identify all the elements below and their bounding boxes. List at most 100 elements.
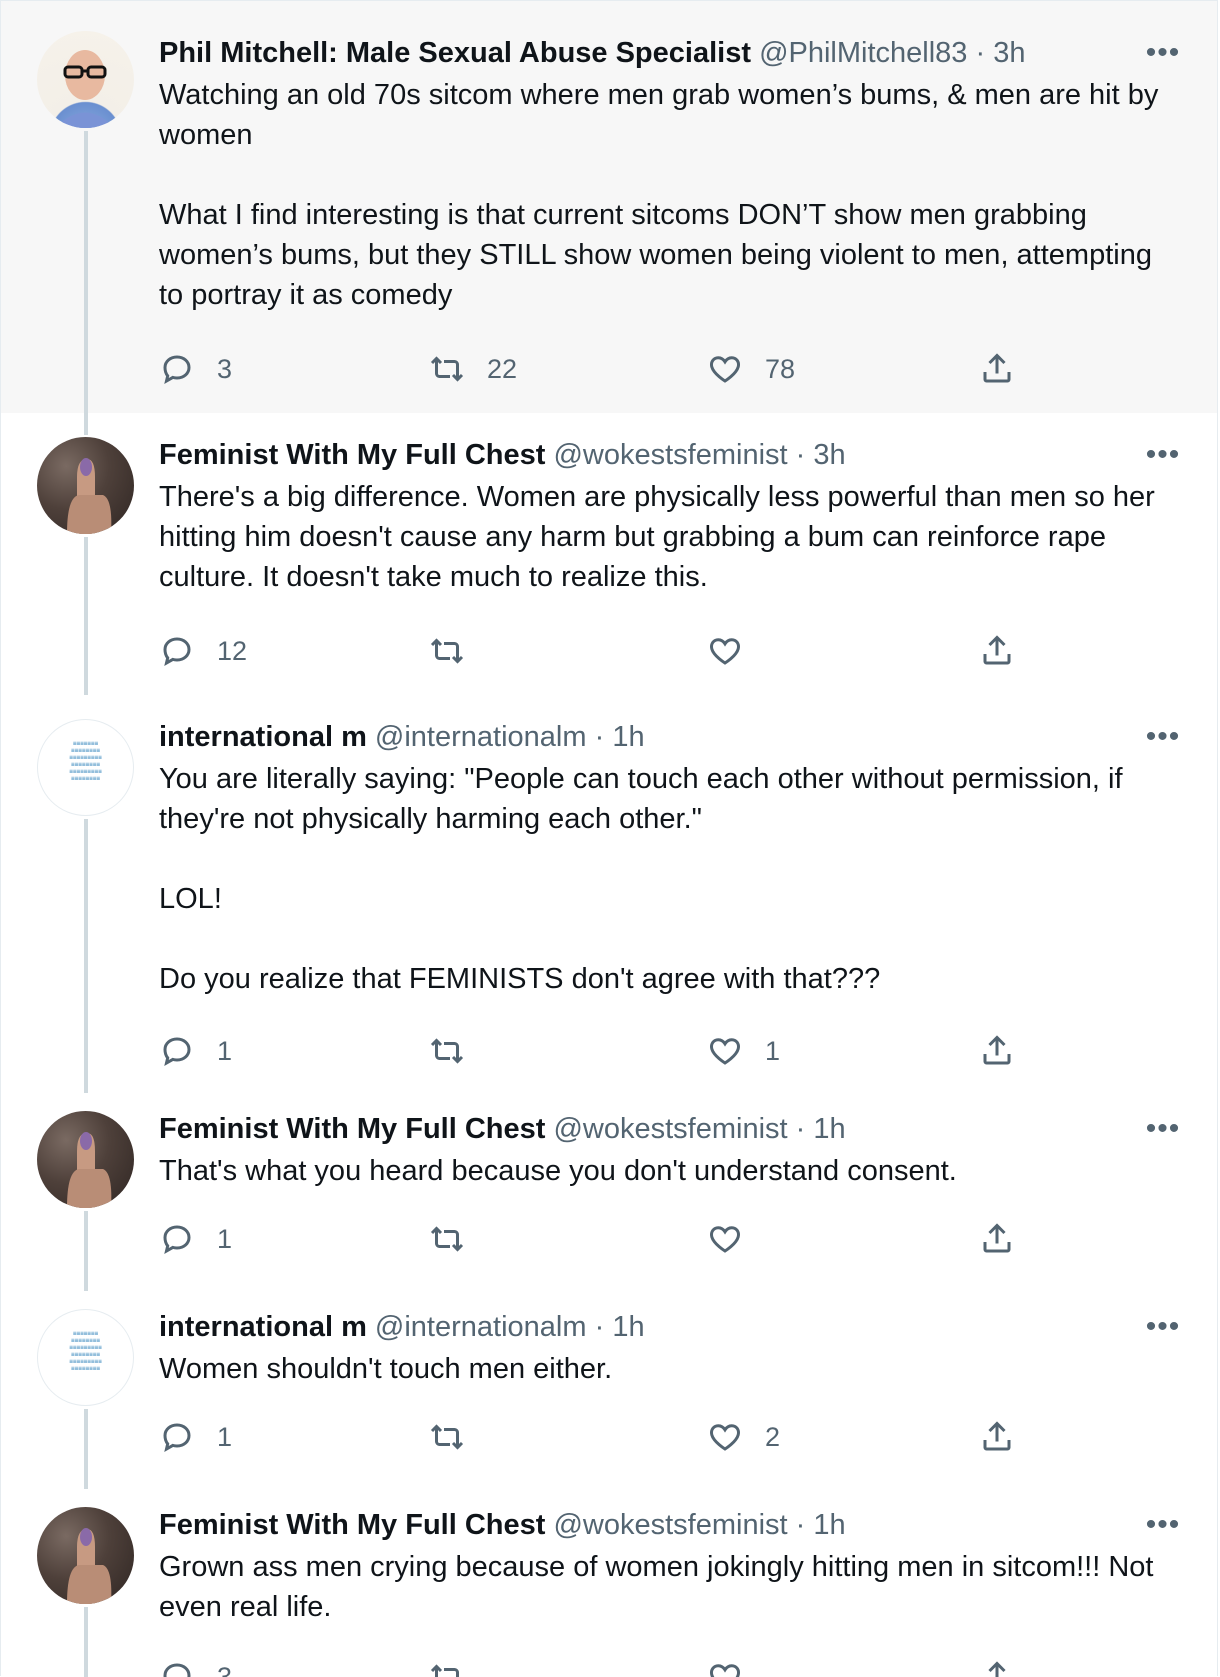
tweet-text: There's a big difference. Women are phys… — [159, 477, 1167, 597]
separator: · — [788, 1113, 814, 1145]
share-icon — [979, 1419, 1015, 1455]
like-button[interactable] — [707, 1657, 765, 1677]
reply-icon — [159, 1033, 195, 1069]
retweet-icon — [429, 351, 465, 387]
tweet-header: Feminist With My Full Chest @wokestsfemi… — [159, 437, 1167, 473]
avatar[interactable] — [37, 1507, 134, 1604]
more-icon[interactable]: ••• — [1143, 445, 1183, 465]
conversation-thread: Phil Mitchell: Male Sexual Abuse Special… — [0, 0, 1218, 1676]
display-name[interactable]: Feminist With My Full Chest — [159, 1113, 545, 1145]
like-button[interactable] — [707, 1219, 765, 1259]
avatar[interactable] — [37, 1111, 134, 1208]
tweet-text: You are literally saying: "People can to… — [159, 759, 1167, 999]
share-icon — [979, 1659, 1015, 1677]
tweet[interactable]: Feminist With My Full Chest @wokestsfemi… — [1, 1093, 1217, 1291]
handle[interactable]: @internationalm — [375, 721, 587, 753]
timestamp[interactable]: 3h — [993, 37, 1025, 69]
reply-button[interactable]: 1 — [159, 1219, 232, 1259]
timestamp[interactable]: 1h — [612, 721, 644, 753]
handle[interactable]: @internationalm — [375, 1311, 587, 1343]
retweet-button[interactable]: 22 — [429, 349, 517, 389]
thread-line — [84, 413, 88, 435]
timestamp[interactable]: 3h — [813, 439, 845, 471]
retweet-icon — [429, 1033, 465, 1069]
tweet-text: Watching an old 70s sitcom where men gra… — [159, 75, 1167, 315]
handle[interactable]: @wokestsfeminist — [553, 1509, 787, 1541]
tweet-header: Phil Mitchell: Male Sexual Abuse Special… — [159, 35, 1167, 71]
share-button[interactable] — [979, 1031, 1015, 1071]
share-button[interactable] — [979, 631, 1015, 671]
display-name[interactable]: Feminist With My Full Chest — [159, 439, 545, 471]
retweet-button[interactable] — [429, 1657, 487, 1677]
reply-count: 3 — [217, 354, 232, 385]
display-name[interactable]: Feminist With My Full Chest — [159, 1509, 545, 1541]
handle[interactable]: @wokestsfeminist — [553, 1113, 787, 1145]
reply-button[interactable]: 1 — [159, 1031, 232, 1071]
reply-icon — [159, 1659, 195, 1677]
more-icon[interactable]: ••• — [1143, 1119, 1183, 1139]
handle[interactable]: @wokestsfeminist — [553, 439, 787, 471]
more-icon[interactable]: ••• — [1143, 1317, 1183, 1337]
share-button[interactable] — [979, 1219, 1015, 1259]
tweet[interactable]: ≡≡≡≡≡≡≡≡≡≡≡≡≡≡≡≡≡≡≡≡≡≡≡≡≡≡≡≡≡≡≡≡≡≡≡≡≡≡≡≡… — [1, 695, 1217, 1093]
share-button[interactable] — [979, 1417, 1015, 1457]
tweet-actions: 1 — [159, 1219, 1039, 1259]
reply-button[interactable]: 12 — [159, 631, 247, 671]
like-count: 1 — [765, 1036, 780, 1067]
avatar[interactable]: ≡≡≡≡≡≡≡≡≡≡≡≡≡≡≡≡≡≡≡≡≡≡≡≡≡≡≡≡≡≡≡≡≡≡≡≡≡≡≡≡… — [37, 1309, 134, 1406]
tweet[interactable]: Feminist With My Full Chest @wokestsfemi… — [1, 413, 1217, 695]
avatar[interactable] — [37, 437, 134, 534]
retweet-icon — [429, 1419, 465, 1455]
tweet-text: That's what you heard because you don't … — [159, 1151, 1167, 1191]
timestamp[interactable]: 1h — [612, 1311, 644, 1343]
like-button[interactable]: 1 — [707, 1031, 780, 1071]
separator: · — [587, 721, 613, 753]
handle[interactable]: @PhilMitchell83 — [759, 37, 967, 69]
heart-icon — [707, 633, 743, 669]
reply-button[interactable]: 3 — [159, 349, 232, 389]
share-button[interactable] — [979, 1657, 1015, 1677]
retweet-button[interactable] — [429, 1219, 487, 1259]
separator: · — [788, 1509, 814, 1541]
reply-button[interactable]: 1 — [159, 1417, 232, 1457]
thread-line — [84, 1211, 88, 1291]
separator: · — [967, 37, 993, 69]
more-icon[interactable]: ••• — [1143, 727, 1183, 747]
share-icon — [979, 1221, 1015, 1257]
timestamp[interactable]: 1h — [813, 1113, 845, 1145]
avatar[interactable]: ≡≡≡≡≡≡≡≡≡≡≡≡≡≡≡≡≡≡≡≡≡≡≡≡≡≡≡≡≡≡≡≡≡≡≡≡≡≡≡≡… — [37, 719, 134, 816]
like-button[interactable] — [707, 631, 765, 671]
like-button[interactable]: 78 — [707, 349, 795, 389]
tweet[interactable]: Feminist With My Full Chest @wokestsfemi… — [1, 1489, 1217, 1677]
display-name[interactable]: international m — [159, 721, 367, 753]
retweet-count: 22 — [487, 354, 517, 385]
tweet[interactable]: ≡≡≡≡≡≡≡≡≡≡≡≡≡≡≡≡≡≡≡≡≡≡≡≡≡≡≡≡≡≡≡≡≡≡≡≡≡≡≡≡… — [1, 1291, 1217, 1489]
avatar[interactable] — [37, 31, 134, 128]
retweet-button[interactable] — [429, 631, 487, 671]
retweet-button[interactable] — [429, 1031, 487, 1071]
tweet-actions: 1 2 — [159, 1417, 1039, 1457]
thread-line — [84, 819, 88, 1093]
tweet-header: international m @internationalm · 1h — [159, 719, 1167, 755]
retweet-icon — [429, 1659, 465, 1677]
timestamp[interactable]: 1h — [813, 1509, 845, 1541]
reply-count: 12 — [217, 636, 247, 667]
more-icon[interactable]: ••• — [1143, 43, 1183, 63]
tweet-text: Women shouldn't touch men either. — [159, 1349, 1167, 1389]
reply-count: 1 — [217, 1224, 232, 1255]
like-count: 78 — [765, 354, 795, 385]
heart-icon — [707, 351, 743, 387]
tweet-actions: 3 — [159, 1657, 1039, 1677]
display-name[interactable]: international m — [159, 1311, 367, 1343]
thread-line — [84, 537, 88, 695]
tweet[interactable]: Phil Mitchell: Male Sexual Abuse Special… — [1, 1, 1217, 413]
thread-line — [84, 1409, 88, 1489]
share-button[interactable] — [979, 349, 1015, 389]
more-icon[interactable]: ••• — [1143, 1515, 1183, 1535]
display-name[interactable]: Phil Mitchell: Male Sexual Abuse Special… — [159, 37, 751, 69]
like-button[interactable]: 2 — [707, 1417, 780, 1457]
retweet-button[interactable] — [429, 1417, 487, 1457]
reply-button[interactable]: 3 — [159, 1657, 232, 1677]
heart-icon — [707, 1419, 743, 1455]
retweet-icon — [429, 633, 465, 669]
